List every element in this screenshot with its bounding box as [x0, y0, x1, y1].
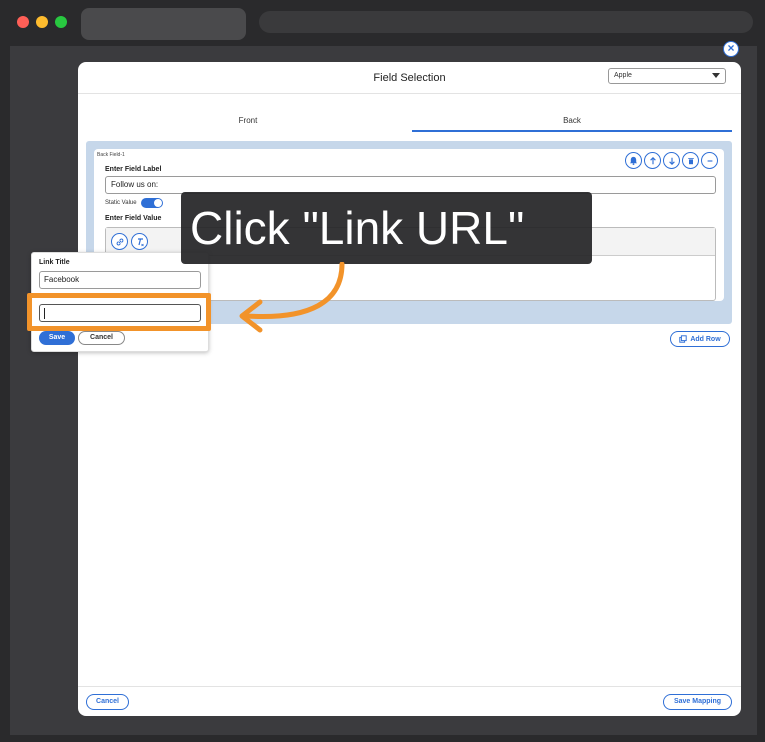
link-title-label: Link Title	[39, 259, 70, 266]
link-title-input[interactable]: Facebook	[39, 271, 201, 289]
card-actions	[625, 152, 718, 169]
close-icon[interactable]: ×	[723, 41, 739, 57]
minus-icon[interactable]	[701, 152, 718, 169]
window-titlebar	[0, 0, 765, 46]
static-value-label: Static Value	[105, 200, 137, 206]
arrow-up-icon[interactable]	[644, 152, 661, 169]
brand-select-value: Apple	[614, 72, 632, 79]
brand-select[interactable]: Apple	[608, 68, 726, 84]
trash-icon[interactable]	[682, 152, 699, 169]
link-icon[interactable]	[111, 233, 128, 250]
window-maximize-dot[interactable]	[55, 16, 67, 28]
header-divider	[78, 93, 741, 94]
tab-back[interactable]: Back	[412, 116, 732, 125]
tab-front[interactable]: Front	[88, 116, 408, 125]
bell-icon[interactable]	[625, 152, 642, 169]
footer-divider	[78, 686, 741, 687]
instruction-callout: Click "Link URL"	[181, 192, 592, 264]
field-label-heading: Enter Field Label	[105, 166, 162, 173]
active-tab-indicator	[412, 130, 732, 132]
cancel-button[interactable]: Cancel	[86, 694, 129, 710]
link-cancel-button[interactable]: Cancel	[78, 331, 125, 345]
pointer-arrow-icon	[239, 262, 345, 333]
clear-format-icon[interactable]	[131, 233, 148, 250]
link-save-button[interactable]: Save	[39, 331, 75, 345]
card-title: Back Field-1	[97, 152, 125, 158]
static-value-row: Static Value	[105, 198, 163, 208]
arrow-down-icon[interactable]	[663, 152, 680, 169]
static-value-toggle[interactable]	[140, 198, 163, 208]
browser-tab[interactable]	[81, 8, 246, 40]
save-mapping-button[interactable]: Save Mapping	[663, 694, 732, 710]
add-row-icon	[679, 335, 688, 343]
add-row-label: Add Row	[690, 335, 721, 343]
field-selection-modal: Field Selection Apple Front Back Back Fi…	[78, 62, 741, 716]
chevron-down-icon	[712, 73, 720, 78]
window-close-dot[interactable]	[17, 16, 29, 28]
highlight-box	[27, 293, 211, 331]
field-value-heading: Enter Field Value	[105, 215, 162, 222]
add-row-button[interactable]: Add Row	[670, 331, 730, 347]
window-minimize-dot[interactable]	[36, 16, 48, 28]
address-bar[interactable]	[259, 11, 753, 33]
